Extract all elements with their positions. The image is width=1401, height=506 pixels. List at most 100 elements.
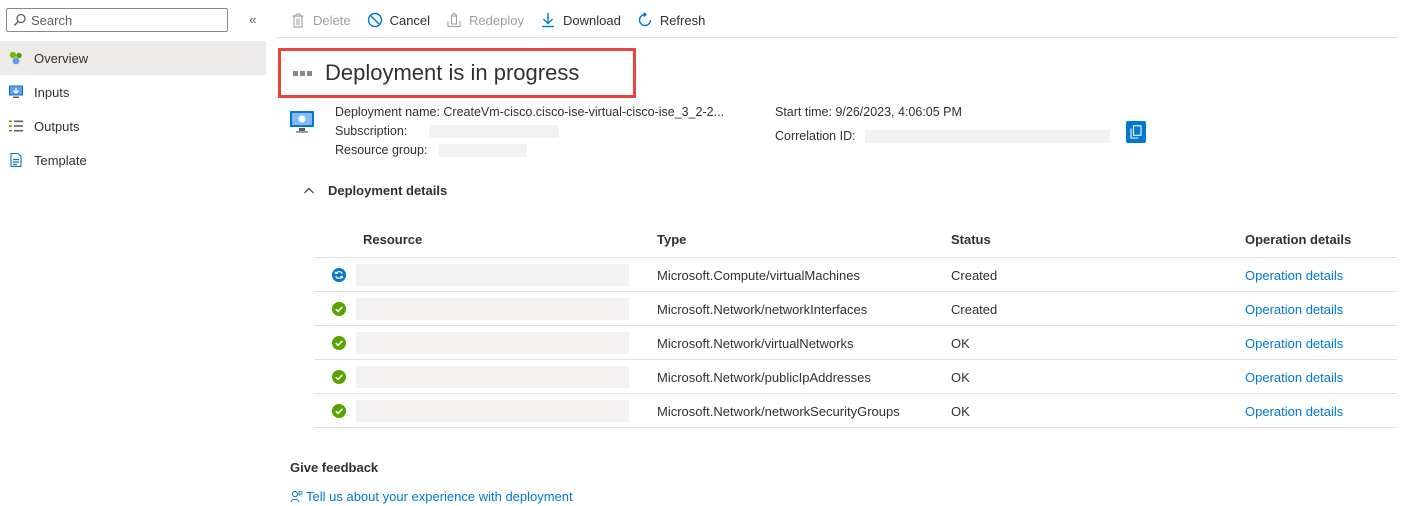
refresh-label: Refresh [659, 12, 706, 28]
success-check-icon [332, 404, 346, 418]
refresh-icon [637, 12, 653, 28]
resource-group-label: Resource group: [335, 143, 428, 157]
copy-correlation-id-button[interactable] [1126, 121, 1146, 143]
table-row: Microsoft.Network/virtualNetworks OK Ope… [314, 326, 1397, 360]
redeploy-button[interactable]: Redeploy [446, 12, 524, 28]
column-header-type: Type [657, 232, 687, 247]
collapse-sidebar-button[interactable]: « [244, 11, 262, 29]
redacted-resource-name [356, 366, 629, 388]
toolbar-divider [276, 37, 1398, 38]
table-row: Microsoft.Network/publicIpAddresses OK O… [314, 360, 1397, 394]
column-header-status: Status [951, 232, 991, 247]
column-header-operation-details: Operation details [1245, 232, 1352, 247]
resource-status: OK [951, 370, 970, 385]
sidebar-item-template[interactable]: Template [0, 143, 266, 177]
search-icon [13, 13, 26, 26]
redacted-resource-name [356, 332, 629, 354]
refresh-button[interactable]: Refresh [637, 12, 706, 28]
cancel-label: Cancel [389, 12, 431, 28]
subscription-label: Subscription: [335, 124, 408, 138]
feedback-title: Give feedback [290, 460, 379, 475]
redacted-subscription [428, 125, 559, 139]
sidebar: « Overview Inputs [0, 0, 266, 506]
virtual-machine-icon [290, 111, 314, 133]
toolbar: Delete Cancel Redeploy Download Refresh [290, 8, 721, 32]
sidebar-item-outputs[interactable]: Outputs [0, 109, 266, 143]
deployment-details-toggle[interactable]: Deployment details [303, 183, 447, 198]
inputs-icon [8, 84, 24, 100]
resource-status: OK [951, 404, 970, 419]
deployment-details-header: Deployment details [328, 183, 448, 198]
deployment-details-table: Resource Type Status Operation details M… [314, 222, 1397, 428]
operation-details-link[interactable]: Operation details [1245, 404, 1343, 419]
delete-button[interactable]: Delete [290, 12, 351, 28]
sidebar-item-label: Overview [34, 50, 89, 66]
sidebar-item-label: Outputs [34, 118, 80, 134]
correlation-id-label: Correlation ID: [775, 129, 856, 143]
resource-type: Microsoft.Network/networkInterfaces [657, 302, 868, 317]
redacted-resource-group [438, 144, 527, 158]
deployment-summary: Deployment name: CreateVm-cisco.cisco-is… [289, 105, 1189, 165]
subscription-row: Subscription: [335, 124, 559, 139]
download-label: Download [562, 12, 621, 28]
cancel-icon [367, 12, 383, 28]
overview-icon [8, 50, 24, 66]
sidebar-nav: Overview Inputs Outputs Template [0, 41, 266, 177]
chevron-up-icon [304, 187, 314, 193]
resource-group-row: Resource group: [335, 143, 527, 158]
table-row: Microsoft.Network/networkInterfaces Crea… [314, 292, 1397, 326]
in-progress-icon [332, 268, 346, 282]
resource-type: Microsoft.Network/publicIpAddresses [657, 370, 871, 385]
resource-status: OK [951, 336, 970, 351]
table-row: Microsoft.Compute/virtualMachines Create… [314, 258, 1397, 292]
resource-type: Microsoft.Network/networkSecurityGroups [657, 404, 900, 419]
redeploy-icon [446, 12, 462, 28]
operation-details-link[interactable]: Operation details [1245, 268, 1343, 283]
download-button[interactable]: Download [540, 12, 621, 28]
redacted-resource-name [356, 400, 629, 422]
search-input[interactable] [31, 11, 221, 29]
correlation-id-row: Correlation ID: [775, 129, 1111, 144]
cancel-button[interactable]: Cancel [367, 12, 430, 28]
search-box[interactable] [6, 8, 228, 32]
start-time-row: Start time: 9/26/2023, 4:06:05 PM [775, 105, 962, 119]
redacted-resource-name [356, 264, 629, 286]
feedback-link-label: Tell us about your experience with deplo… [306, 489, 573, 504]
copy-icon [1130, 125, 1142, 139]
resource-status: Created [951, 268, 998, 283]
deployment-name-row: Deployment name: CreateVm-cisco.cisco-is… [335, 105, 724, 119]
column-header-resource: Resource [363, 232, 423, 247]
deployment-name-label: Deployment name: [335, 105, 440, 119]
operation-details-link[interactable]: Operation details [1245, 336, 1343, 351]
delete-label: Delete [313, 12, 351, 28]
redacted-correlation-id [865, 130, 1111, 144]
outputs-icon [8, 118, 24, 134]
feedback-person-icon [290, 490, 303, 503]
sidebar-item-inputs[interactable]: Inputs [0, 75, 266, 109]
start-time-label: Start time: [775, 105, 832, 119]
page-title-highlight: Deployment is in progress [278, 48, 636, 98]
table-row: Microsoft.Network/networkSecurityGroups … [314, 394, 1397, 428]
operation-details-link[interactable]: Operation details [1245, 370, 1343, 385]
feedback-link[interactable]: Tell us about your experience with deplo… [290, 489, 573, 504]
start-time-value: 9/26/2023, 4:06:05 PM [835, 105, 962, 119]
operation-details-link[interactable]: Operation details [1245, 302, 1343, 317]
sidebar-item-label: Inputs [34, 84, 70, 100]
resource-type: Microsoft.Network/virtualNetworks [657, 336, 854, 351]
table-header: Resource Type Status Operation details [314, 222, 1397, 258]
page-title: Deployment is in progress [325, 60, 580, 85]
sidebar-item-label: Template [34, 152, 87, 168]
download-icon [540, 12, 556, 28]
success-check-icon [332, 336, 346, 350]
trash-icon [290, 12, 306, 28]
template-icon [8, 152, 24, 168]
sidebar-item-overview[interactable]: Overview [0, 41, 266, 75]
redeploy-label: Redeploy [469, 12, 524, 28]
resource-type: Microsoft.Compute/virtualMachines [657, 268, 861, 283]
success-check-icon [332, 302, 346, 316]
success-check-icon [332, 370, 346, 384]
deployment-name-value: CreateVm-cisco.cisco-ise-virtual-cisco-i… [443, 105, 725, 119]
search-row: « [6, 8, 262, 32]
progress-dots-icon [293, 70, 314, 76]
redacted-resource-name [356, 298, 629, 320]
